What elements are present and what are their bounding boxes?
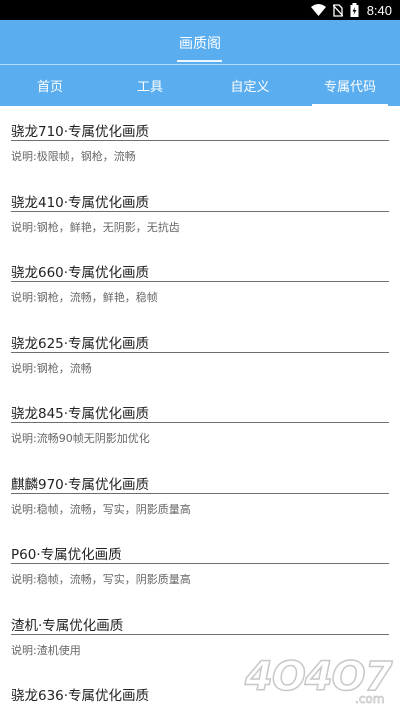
app-header: 画质阁 首页 工具 自定义 专属代码 [0,20,400,106]
tab-label: 自定义 [230,80,270,95]
status-time: 8:40 [366,2,392,18]
item-title: 骁龙660·专属优化画质 [11,265,150,281]
app-title: 画质阁 [179,36,221,52]
item-description: 说明:钢枪，鲜艳，无阴影，无抗齿 [11,220,180,234]
preset-list: 骁龙710·专属优化画质 说明:极限帧，钢枪，流畅 骁龙410·专属优化画质 说… [0,106,400,710]
tab-tools[interactable]: 工具 [100,65,200,106]
item-description: 说明:渣机使用 [11,643,81,657]
tab-exclusive-code[interactable]: 专属代码 [300,65,400,106]
list-item[interactable]: P60·专属优化画质 说明:稳帧，流畅，写实，阴影质量高 [0,529,400,600]
item-description: 说明:钢枪，流畅，鲜艳，稳帧 [11,291,158,304]
status-bar: 8:40 [0,0,400,20]
item-divider [11,492,389,494]
tab-custom[interactable]: 自定义 [200,65,300,106]
item-divider [11,140,389,141]
tab-label: 首页 [36,80,63,95]
item-title: 骁龙845·专属优化画质 [11,406,150,422]
item-title: 骁龙625·专属优化画质 [11,335,150,352]
item-description: 说明:极限帧，钢枪，流畅 [11,150,136,163]
item-description: 说明:稳帧，流畅，写实，阴影质量高 [11,502,191,516]
list-item[interactable]: 骁龙710·专属优化画质 说明:极限帧，钢枪，流畅 [0,106,400,177]
item-description: 说明:流畅90帧无阴影加优化 [11,432,150,445]
item-description: 说明:稳帧，流畅，写实，阴影质量高 [11,573,191,586]
battery-icon [350,3,359,17]
tab-bar: 首页 工具 自定义 专属代码 [0,65,400,106]
list-item[interactable]: 骁龙625·专属优化画质 说明:钢枪，流畅 [0,318,400,389]
item-title: 渣机·专属优化画质 [11,617,124,634]
wifi-icon [310,4,326,16]
item-title: P60·专属优化画质 [11,547,122,563]
list-item[interactable]: 骁龙410·专属优化画质 说明:钢枪，鲜艳，无阴影，无抗齿 [0,177,400,248]
list-item[interactable]: 骁龙845·专属优化画质 说明:流畅90帧无阴影加优化 [0,388,400,459]
svg-text:.com: .com [355,692,384,706]
list-item[interactable]: 骁龙660·专属优化画质 说明:钢枪，流畅，鲜艳，稳帧 [0,247,400,318]
item-title: 骁龙636·专属优化画质 [11,688,150,704]
item-title: 麒麟970·专属优化画质 [11,476,150,493]
no-sim-icon [332,3,343,17]
item-description: 说明:钢枪，流畅 [11,361,92,375]
item-divider [11,422,389,423]
tab-label: 工具 [136,80,163,95]
item-divider [11,563,389,564]
item-title: 骁龙410·专属优化画质 [11,194,150,211]
item-title: 骁龙710·专属优化画质 [11,124,150,140]
tab-home[interactable]: 首页 [0,65,100,106]
tab-label: 专属代码 [323,80,376,95]
item-divider [11,210,389,212]
title-underline [177,60,222,62]
item-divider [11,351,389,353]
list-item[interactable]: 麒麟970·专属优化画质 说明:稳帧，流畅，写实，阴影质量高 [0,459,400,530]
watermark-logo: 4O4O7 .com [243,648,395,706]
item-divider [11,633,389,635]
item-divider [11,281,389,282]
